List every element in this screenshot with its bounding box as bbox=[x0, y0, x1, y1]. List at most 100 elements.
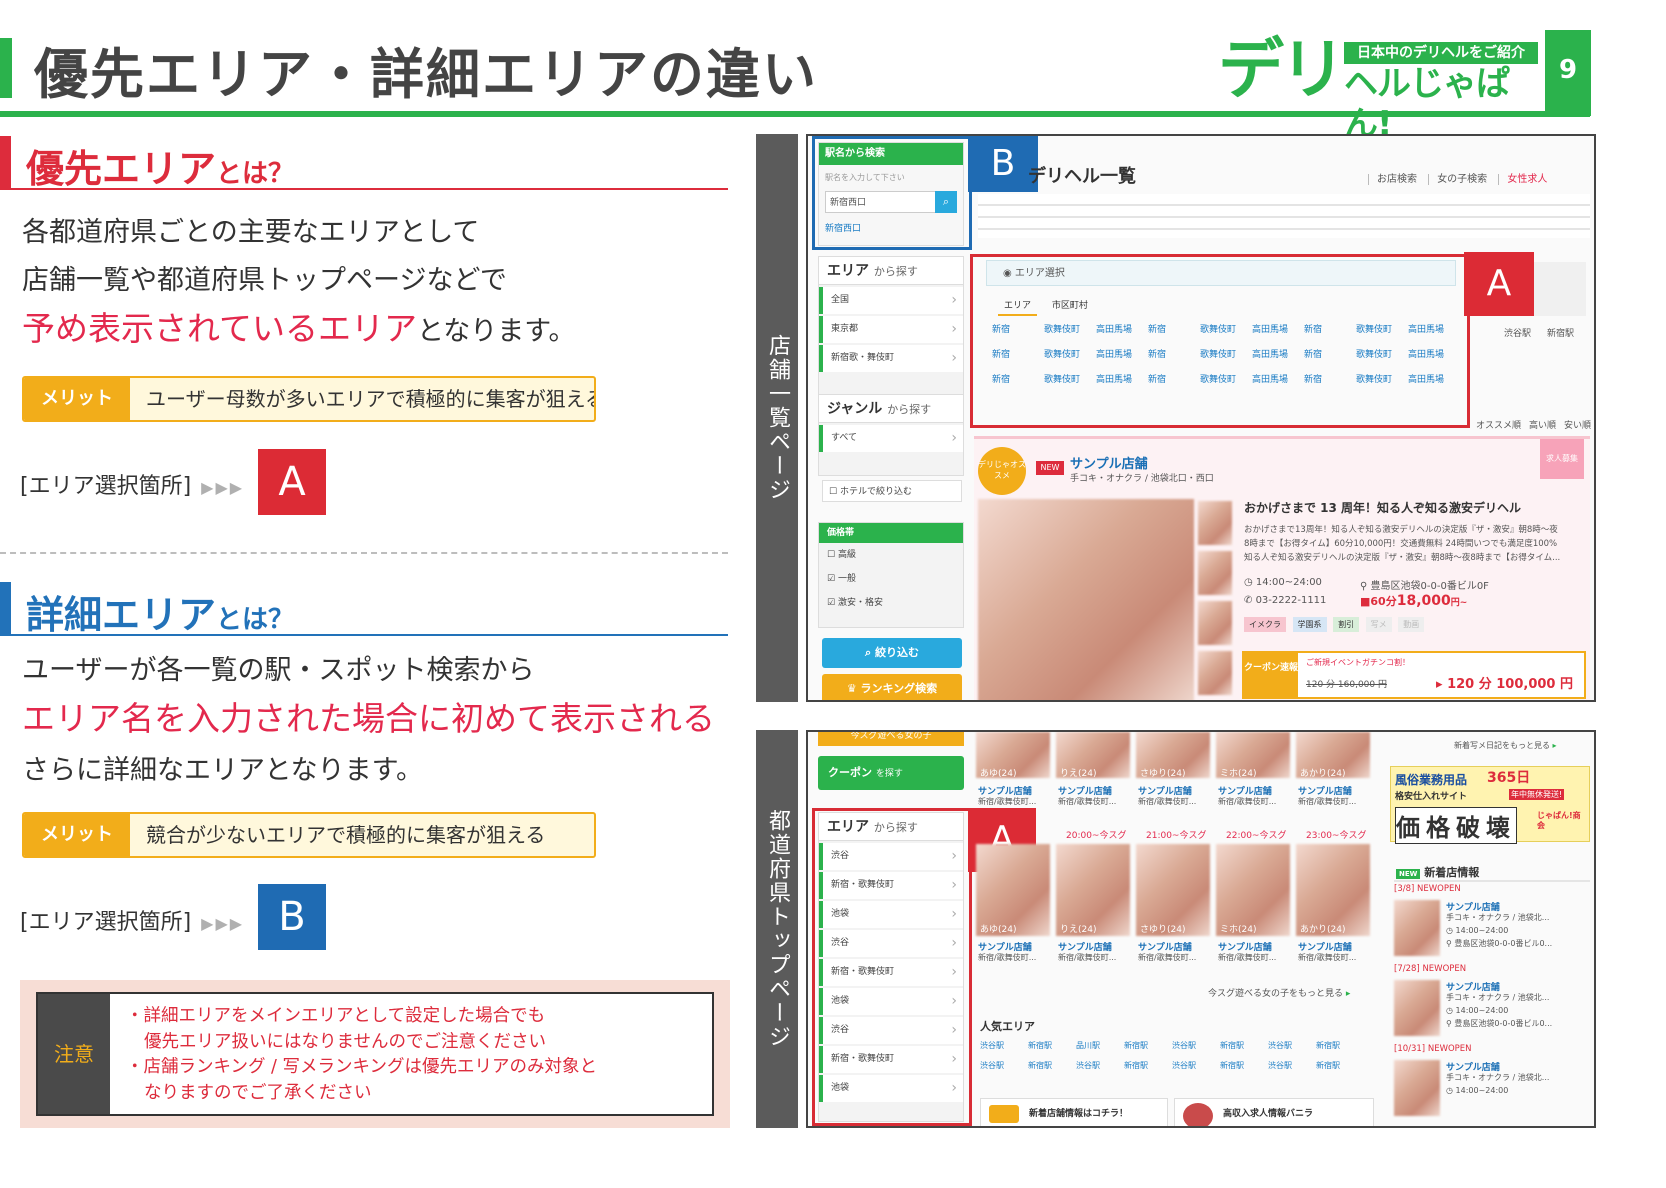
detail-text-line2: エリア名を入力された場合に初めて表示される bbox=[22, 699, 715, 738]
ad-brand: じゃぱん!商会 bbox=[1537, 811, 1581, 830]
detail-text-line1: ユーザーが各一覧の駅・スポット検索から bbox=[22, 655, 535, 686]
girl-time: 22:00~今スグ bbox=[1226, 831, 1287, 841]
priority-text-line3: 予め表示されているエリアとなります。 bbox=[22, 309, 576, 348]
shop-thumb-photo[interactable] bbox=[1198, 651, 1232, 695]
popular-station-link[interactable]: 渋谷駅 bbox=[980, 1056, 1028, 1076]
girl-name: さゆり(24) bbox=[1140, 925, 1186, 935]
ranking-search-button[interactable]: ♛ ランキング検索 bbox=[822, 674, 962, 700]
list-title: デリヘル一覧 bbox=[1028, 166, 1136, 187]
more-diary-link[interactable]: 新着写メ日記をもっと見る ▸ bbox=[1454, 740, 1557, 751]
recruit-ribbon[interactable]: 求人募集 bbox=[1540, 439, 1584, 479]
popular-station-link[interactable]: 新宿駅 bbox=[1124, 1056, 1172, 1076]
popular-station-link[interactable]: 渋谷駅 bbox=[980, 1036, 1028, 1056]
shop-thumb-photo[interactable] bbox=[1198, 501, 1232, 545]
tab-girl-search[interactable]: 女の子検索 bbox=[1428, 174, 1496, 185]
girls-grid: あゆ(24) りえ(24) さゆり(24) ミホ(24) あかり(24) サンプ… bbox=[976, 732, 1376, 972]
entry-photo[interactable] bbox=[1394, 900, 1440, 956]
coupon-box[interactable]: クーポン速報 ご新規イベントガチンコ割！ 120 分 160,000 円 ▸ 1… bbox=[1242, 651, 1586, 699]
priority-area-heading: 優先エリアとは？ bbox=[0, 134, 728, 191]
popular-station-link[interactable]: 新宿駅 bbox=[1028, 1056, 1076, 1076]
new-shop-divider bbox=[1394, 880, 1590, 882]
shop-card[interactable]: デリじゃオススメ NEW サンプル店舗 手コキ・オナクラ / 池袋北口・西口 求… bbox=[974, 436, 1590, 700]
tab-shop-search[interactable]: お店検索 bbox=[1368, 174, 1425, 185]
hotel-filter-checkbox[interactable]: ☐ ホテルで絞り込む bbox=[822, 480, 962, 502]
narrow-search-button[interactable]: ⌕ 絞り込む bbox=[822, 638, 962, 668]
ad-subtitle: 格安仕入れサイト bbox=[1395, 792, 1468, 802]
shop-thumb-photo[interactable] bbox=[1198, 551, 1232, 595]
girl-area: 新宿/歌舞伎町... bbox=[1058, 797, 1117, 806]
popular-station-link[interactable]: 新宿駅 bbox=[1316, 1036, 1364, 1056]
new-shop-banner[interactable]: 新着店舗情報はコチラ！ bbox=[980, 1098, 1168, 1126]
coupon-new-price: ▸ 120 分 100,000 円 bbox=[1436, 677, 1573, 692]
sidebar-area-item[interactable]: 東京都 bbox=[819, 316, 963, 343]
sort-links: オススメ順 高い順 安い順 bbox=[1476, 421, 1592, 431]
ad-title: 風俗業務用品 bbox=[1395, 773, 1468, 787]
girl-area: 新宿/歌舞伎町... bbox=[1138, 953, 1197, 962]
header-accent-bar bbox=[0, 38, 12, 98]
popular-station-link[interactable]: 新宿駅 bbox=[1028, 1036, 1076, 1056]
sidebar-area-item[interactable]: 新宿歌・舞伎町 bbox=[819, 345, 963, 372]
prefecture-top-screenshot: 今スグ遊べる女の子 クーポン を探す エリア から探す 渋谷 新宿・歌舞伎町 池… bbox=[806, 730, 1596, 1128]
popular-station-link[interactable]: 品川駅 bbox=[1076, 1036, 1124, 1056]
entry-meta: 手コキ・オナクラ / 池袋北... bbox=[1446, 1073, 1550, 1082]
entry-meta: 手コキ・オナクラ / 池袋北... bbox=[1446, 993, 1550, 1002]
more-girls-link[interactable]: 今スグ遊べる女の子をもっと見る ▸ bbox=[1208, 986, 1350, 999]
feature-tag: 動画 bbox=[1398, 617, 1425, 632]
entry-photo[interactable] bbox=[1394, 980, 1440, 1036]
shop-main-photo[interactable] bbox=[978, 499, 1194, 700]
shop-name[interactable]: サンプル店舗 bbox=[1070, 453, 1148, 472]
shop-phone: ✆ 03-2222-1111 bbox=[1244, 595, 1327, 606]
caution-tag: 注意 bbox=[38, 994, 110, 1114]
sidebar-area-item[interactable]: 全国 bbox=[819, 287, 963, 314]
shop-list-screenshot: 駅名から検索 駅名を入力して下さい 新宿西口 ⌕ 新宿西口 B デリヘル一覧 お… bbox=[806, 134, 1596, 702]
highlight-box-a bbox=[812, 808, 972, 1126]
girl-name: りえ(24) bbox=[1060, 769, 1097, 779]
detail-merit-box: メリット 競合が少ないエリアで積極的に集客が狙える bbox=[22, 812, 596, 858]
sidebar-genre-head: ジャンル から探す bbox=[819, 395, 963, 423]
ad-big-text: 価格破壊 bbox=[1395, 807, 1517, 844]
feature-tag: 割引 bbox=[1333, 617, 1360, 632]
popular-station-link[interactable]: 渋谷駅 bbox=[1076, 1056, 1124, 1076]
price-option[interactable]: ☐ 高級 bbox=[819, 543, 963, 567]
popular-station-link[interactable]: 渋谷駅 bbox=[1268, 1056, 1316, 1076]
supply-ad-banner[interactable]: 風俗業務用品 365日 格安仕入れサイト 年中無休発送! 価格破壊 じゃぱん!商… bbox=[1390, 766, 1590, 844]
highlight-box-b bbox=[812, 136, 972, 250]
girl-time: 23:00~今スグ bbox=[1306, 831, 1367, 841]
girl-name: あゆ(24) bbox=[980, 769, 1017, 779]
entry-date: [3/8] NEWOPEN bbox=[1394, 884, 1461, 894]
popular-station-link[interactable]: 新宿駅 bbox=[1220, 1036, 1268, 1056]
side-gray-block bbox=[1534, 262, 1586, 316]
shop-address: ⚲ 豊島区池袋0-0-0番ビル0F bbox=[1360, 581, 1489, 592]
popular-station-link[interactable]: 渋谷駅 bbox=[1172, 1036, 1220, 1056]
shop-thumb-photo[interactable] bbox=[1198, 601, 1232, 645]
tab-recruit[interactable]: 女性求人 bbox=[1498, 174, 1556, 185]
shop-meta: 手コキ・オナクラ / 池袋北口・西口 bbox=[1070, 474, 1214, 484]
list-tabs: お店検索 女の子検索 女性求人 bbox=[1368, 170, 1588, 188]
girl-name: ミホ(24) bbox=[1220, 769, 1257, 779]
popular-station-link[interactable]: 渋谷駅 bbox=[1268, 1036, 1316, 1056]
shop-price: ■60分18,000円~ bbox=[1360, 593, 1468, 609]
logo-sub-text: ヘルじゃぱん! bbox=[1344, 64, 1510, 144]
girl-area: 新宿/歌舞伎町... bbox=[1218, 953, 1277, 962]
caution-box: 注意 ・詳細エリアをメインエリアとして設定した場合でも 優先エリア扱いにはなりま… bbox=[20, 980, 730, 1128]
brand-logo: デリ 日本中のデリヘルをご紹介 ヘルじゃぱん! bbox=[1218, 36, 1538, 144]
top-cut-button[interactable]: 今スグ遊べる女の子 bbox=[818, 732, 964, 746]
popular-station-link[interactable]: 新宿駅 bbox=[1220, 1056, 1268, 1076]
recommend-badge: デリじゃオススメ bbox=[978, 447, 1026, 495]
popular-station-link[interactable]: 渋谷駅 bbox=[1172, 1056, 1220, 1076]
coupon-old-price: 120 分 160,000 円 bbox=[1306, 680, 1387, 690]
coupon-search-button[interactable]: クーポン を探す bbox=[818, 756, 964, 790]
badge-a: A bbox=[258, 449, 326, 515]
priority-select-label: [エリア選択箇所] ▶▶▶ bbox=[20, 474, 245, 499]
recruit-banner[interactable]: 高収入求人情報バニラ bbox=[1174, 1098, 1374, 1126]
shop-desc: 知る人ぞ知る激安デリヘルの決定版『ザ・激安』朝8時～夜8時まで【お得タイム... bbox=[1244, 553, 1561, 563]
popular-station-link[interactable]: 新宿駅 bbox=[1316, 1056, 1364, 1076]
price-option[interactable]: ☑ 一般 bbox=[819, 567, 963, 591]
page-number: 9 bbox=[1545, 30, 1591, 116]
sidebar-genre-item[interactable]: すべて bbox=[819, 425, 963, 452]
detail-area-heading: 詳細エリアとは？ bbox=[0, 580, 728, 637]
entry-photo[interactable] bbox=[1394, 1060, 1440, 1116]
girl-name: ミホ(24) bbox=[1220, 925, 1257, 935]
popular-station-link[interactable]: 新宿駅 bbox=[1124, 1036, 1172, 1056]
price-option[interactable]: ☑ 激安・格安 bbox=[819, 591, 963, 615]
